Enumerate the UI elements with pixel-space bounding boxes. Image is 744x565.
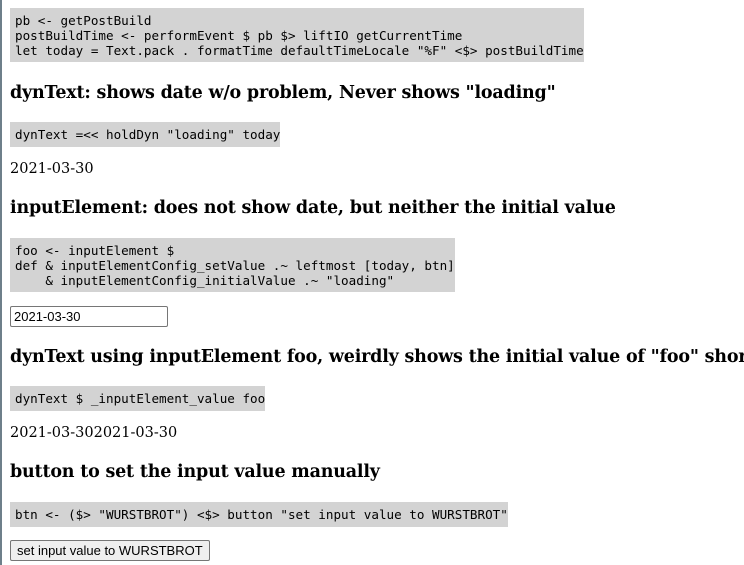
code-block-dyntext: dynText =<< holdDyn "loading" today bbox=[10, 122, 281, 147]
code-block-button: btn <- ($> "WURSTBROT") <$> button "set … bbox=[10, 502, 508, 527]
heading-dyntext: dynText: shows date w/o problem, Never s… bbox=[10, 83, 556, 103]
heading-input-element: inputElement: does not show date, but ne… bbox=[10, 198, 616, 218]
code-block-input-element: foo <- inputElement $ def & inputElement… bbox=[10, 238, 455, 292]
heading-button: button to set the input value manually bbox=[10, 462, 380, 482]
dyntext-input-output: 2021-03-302021-03-30 bbox=[10, 425, 178, 441]
heading-dyntext-input: dynText using inputElement foo, weirdly … bbox=[10, 347, 744, 367]
code-block-dyntext-input: dynText $ _inputElement_value foo bbox=[10, 386, 266, 411]
set-wurstbrot-button[interactable]: set input value to WURSTBROT bbox=[10, 540, 210, 561]
code-block-post-build: pb <- getPostBuild postBuildTime <- perf… bbox=[10, 8, 584, 62]
left-border bbox=[0, 0, 2, 565]
foo-input-field[interactable] bbox=[10, 306, 168, 327]
dyntext-output: 2021-03-30 bbox=[10, 161, 94, 177]
